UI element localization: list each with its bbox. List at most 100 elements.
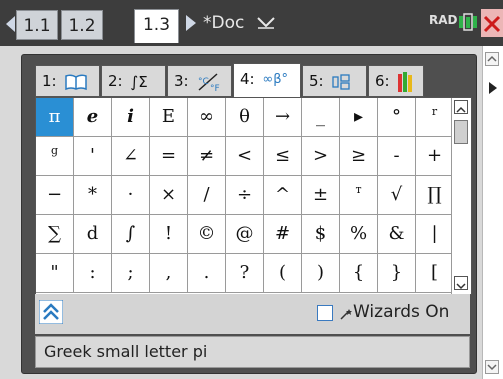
symbol-cell[interactable]: → xyxy=(264,98,302,137)
symbol-cell[interactable]: $ xyxy=(302,215,340,254)
symbol-cell[interactable]: ∑ xyxy=(36,215,74,254)
document-title[interactable]: *Doc xyxy=(203,10,244,36)
symbol-cell[interactable]: θ xyxy=(226,98,264,137)
symbol-cell[interactable]: ∫ xyxy=(112,215,150,254)
symbol-cell[interactable]: , xyxy=(150,254,188,293)
scroll-tabs-left-arrow-icon[interactable] xyxy=(6,16,15,32)
symbol-cell[interactable]: > xyxy=(302,137,340,176)
scroll-down-button[interactable] xyxy=(454,276,468,290)
right-side-panel xyxy=(482,46,503,379)
symbol-cell[interactable]: ^ xyxy=(264,176,302,215)
symbol-cell[interactable]: e xyxy=(74,98,112,137)
symbol-cell[interactable]: - xyxy=(378,137,416,176)
symbol-cell[interactable]: < xyxy=(226,137,264,176)
symbol-cell[interactable]: т xyxy=(340,176,378,215)
expand-arrow-icon[interactable] xyxy=(489,82,497,94)
catalog-tab-label: 6: xyxy=(375,72,390,90)
symbol-cell[interactable]: − xyxy=(36,176,74,215)
symbol-cell[interactable]: @ xyxy=(226,215,264,254)
symbol-cell[interactable]: [ xyxy=(416,254,454,293)
symbol-cell[interactable]: / xyxy=(188,176,226,215)
symbol-cell[interactable]: ▸ xyxy=(340,98,378,137)
symbol-cell[interactable]: ' xyxy=(74,137,112,176)
symbol-cell[interactable]: { xyxy=(340,254,378,293)
symbol-cell[interactable]: = xyxy=(150,137,188,176)
catalog-tab-label: 4: xyxy=(240,70,255,88)
page-tab-1-2[interactable]: 1.2 xyxy=(61,10,103,40)
collapse-chevron-up-icon[interactable] xyxy=(39,300,63,324)
symbol-cell[interactable]: ± xyxy=(302,176,340,215)
battery-icon xyxy=(459,13,477,31)
symbol-cell[interactable]: ! xyxy=(150,215,188,254)
page-tab-1-3[interactable]: 1.3 xyxy=(134,9,179,43)
catalog-tab-6[interactable]: 6: xyxy=(368,65,424,97)
symbol-cell[interactable]: " xyxy=(36,254,74,293)
symbol-cell[interactable]: g xyxy=(36,137,74,176)
symbol-cell[interactable]: . xyxy=(188,254,226,293)
symbol-cell[interactable]: × xyxy=(150,176,188,215)
symbol-cell[interactable]: ) xyxy=(302,254,340,293)
symbol-cell[interactable]: E xyxy=(150,98,188,137)
chevron-up-icon xyxy=(487,55,497,62)
symbol-cell[interactable]: * xyxy=(74,176,112,215)
page-scroll-down-button[interactable] xyxy=(485,360,499,374)
scroll-up-button[interactable] xyxy=(454,100,468,114)
symbol-cell[interactable]: d xyxy=(74,215,112,254)
magic-wand-icon xyxy=(340,309,352,320)
symbol-cell[interactable]: | xyxy=(416,215,454,254)
play-arrow-icon xyxy=(186,15,196,31)
symbol-cell[interactable]: ∏ xyxy=(416,176,454,215)
close-button[interactable] xyxy=(481,9,503,37)
catalog-tab-1[interactable]: 1: xyxy=(35,65,100,97)
symbol-cell[interactable]: · xyxy=(112,176,150,215)
symbol-cell[interactable]: _ xyxy=(302,98,340,137)
symbol-cell[interactable]: π xyxy=(36,98,74,137)
catalog-tab-label: 3: xyxy=(174,72,189,90)
symbol-cell[interactable]: ≥ xyxy=(340,137,378,176)
integral-sigma-icon: ∫Σ xyxy=(130,72,148,91)
libraries-icon xyxy=(398,71,413,92)
catalog-tab-3[interactable]: 3: °C °F xyxy=(167,65,232,97)
catalog-tab-4[interactable]: 4: ∞β° xyxy=(233,63,301,97)
symbol-cell[interactable]: ∞ xyxy=(188,98,226,137)
wizards-checkbox[interactable] xyxy=(317,305,333,321)
symbol-cell[interactable]: % xyxy=(340,215,378,254)
symbol-grid-scrollbar[interactable] xyxy=(451,98,471,294)
catalog-options-bar: Wizards On xyxy=(35,294,470,334)
symbol-cell[interactable]: r xyxy=(416,98,454,137)
wizards-label: Wizards On xyxy=(353,302,450,322)
angle-mode-indicator: RAD xyxy=(429,13,458,27)
chevron-down-icon[interactable] xyxy=(256,14,276,30)
symbol-grid: π e i E ∞ θ → _ ▸ ° r g ' ∠ = ≠ < ≤ > ≥ - + − * · × / ÷ ^ ± т √ ∏ ∑ d ∫! © @ #… xyxy=(35,97,472,295)
scroll-thumb[interactable] xyxy=(454,120,468,144)
symbol-cell[interactable]: & xyxy=(378,215,416,254)
symbol-cell[interactable]: ; xyxy=(112,254,150,293)
close-icon xyxy=(483,15,501,33)
symbol-cell[interactable]: ≠ xyxy=(188,137,226,176)
svg-text:°F: °F xyxy=(210,84,220,92)
symbol-cell[interactable]: ÷ xyxy=(226,176,264,215)
symbol-cell[interactable]: ∠ xyxy=(112,137,150,176)
symbol-cell[interactable]: + xyxy=(416,137,454,176)
catalog-tab-label: 1: xyxy=(42,72,57,90)
catalog-tab-5[interactable]: 5: xyxy=(302,65,367,97)
catalog-tab-2[interactable]: 2: ∫Σ xyxy=(101,65,166,97)
symbol-cell[interactable]: √ xyxy=(378,176,416,215)
symbol-cell[interactable]: } xyxy=(378,254,416,293)
catalog-tab-label: 2: xyxy=(108,72,123,90)
symbol-cell[interactable]: ° xyxy=(378,98,416,137)
page-scroll-up-button[interactable] xyxy=(485,52,499,66)
chevron-down-icon xyxy=(456,283,466,290)
templates-icon xyxy=(332,73,351,90)
chevron-down-icon xyxy=(487,364,497,371)
symbol-cell[interactable]: ( xyxy=(264,254,302,293)
symbol-cell[interactable]: ≤ xyxy=(264,137,302,176)
units-icon: °C °F xyxy=(198,72,220,92)
symbol-cell[interactable]: i xyxy=(112,98,150,137)
symbol-cell[interactable]: ? xyxy=(226,254,264,293)
symbol-cell[interactable]: : xyxy=(74,254,112,293)
symbol-cell[interactable]: # xyxy=(264,215,302,254)
chevron-up-icon xyxy=(456,106,466,113)
symbol-cell[interactable]: © xyxy=(188,215,226,254)
page-tab-1-1[interactable]: 1.1 xyxy=(16,10,58,40)
